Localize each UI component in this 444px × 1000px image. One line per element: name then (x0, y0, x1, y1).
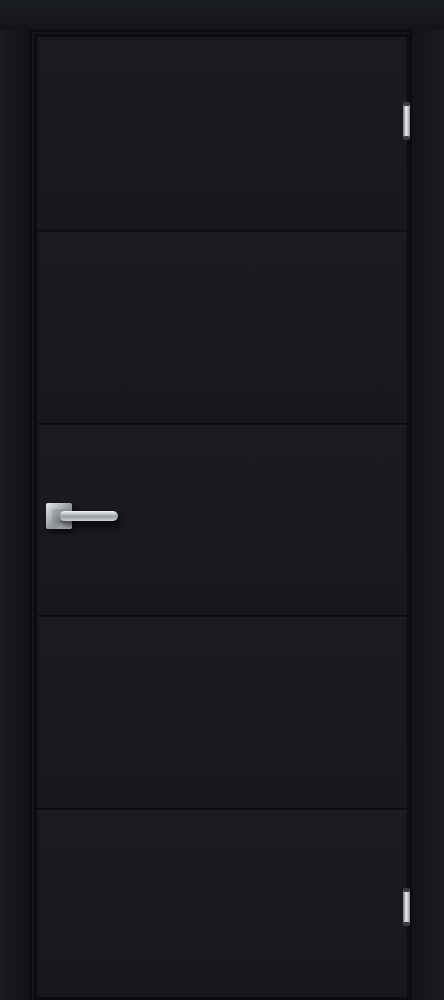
frame-top-casing (0, 0, 444, 32)
top-hinge-icon (403, 102, 410, 140)
panel-groove-1 (37, 230, 407, 234)
door-panel-2 (40, 235, 404, 425)
panel-groove-4 (37, 808, 407, 812)
panel-groove-2 (37, 423, 407, 427)
frame-right-casing (410, 30, 444, 1000)
door-panel-4 (40, 620, 404, 808)
panel-groove-3 (37, 615, 407, 619)
frame-left-casing (0, 30, 32, 1000)
handle-lever (60, 511, 118, 521)
door-panel-1 (40, 40, 404, 230)
bottom-hinge-icon (403, 888, 410, 926)
lever-handle[interactable] (46, 501, 124, 537)
door-panel-5 (40, 813, 404, 997)
